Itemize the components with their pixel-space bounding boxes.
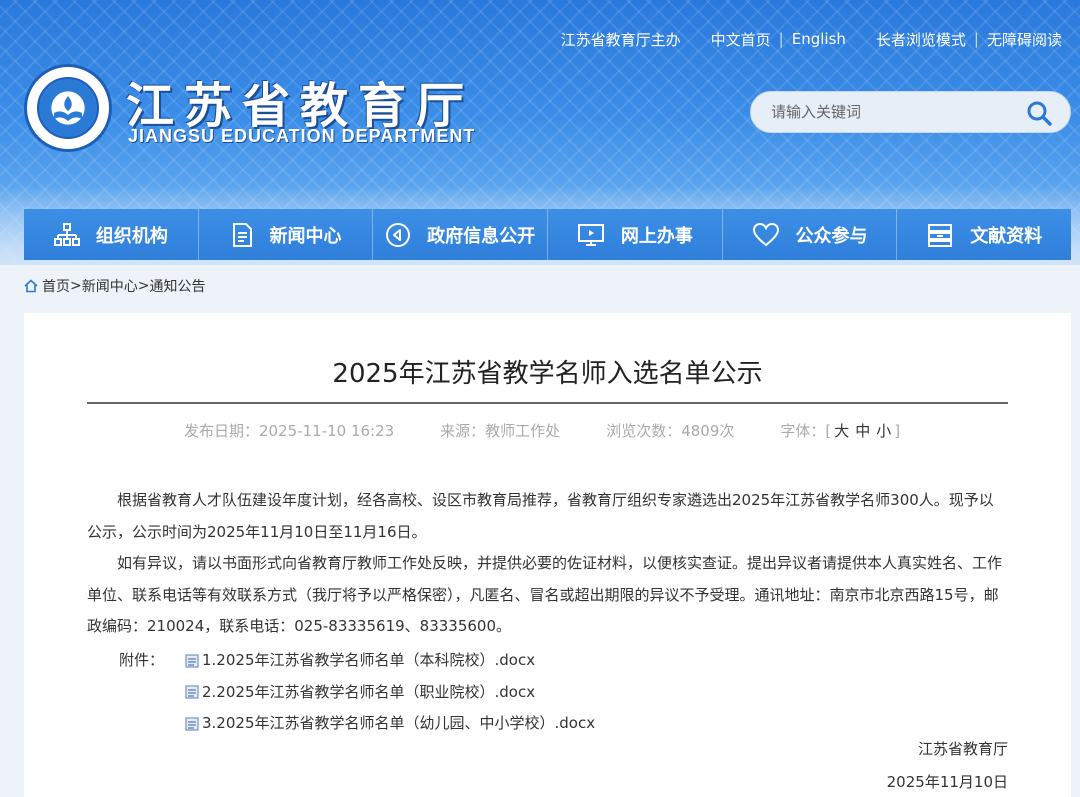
elder-mode-link[interactable]: 长者浏览模式 xyxy=(876,29,966,50)
attachment-link[interactable]: 1.2025年江苏省教学名师名单（本科院校）.docx xyxy=(185,645,535,677)
view-count: 浏览次数：4809次 xyxy=(606,422,735,440)
attachment-link[interactable]: 3.2025年江苏省教学名师名单（幼儿园、中小学校）.docx xyxy=(185,708,595,740)
nav-label: 新闻中心 xyxy=(269,225,342,247)
font-size-switcher: 字体：[大中小] xyxy=(780,420,900,441)
signature: 江苏省教育厅 xyxy=(917,740,1008,758)
attachment-row: 附件： 1.2025年江苏省教学名师名单（本科院校）.docx xyxy=(119,645,595,677)
nav-label: 公众参与 xyxy=(795,225,868,247)
document-icon xyxy=(232,222,252,247)
book-flame-icon xyxy=(54,96,82,121)
top-links: 江苏省教育厅主办 中文首页 | English 长者浏览模式 | 无障碍阅读 xyxy=(561,28,1062,50)
breadcrumb: 首页 > 新闻中心 > 通知公告 xyxy=(24,276,205,296)
emblem-logo[interactable] xyxy=(24,64,112,152)
monitor-icon xyxy=(577,223,604,246)
font-small-button[interactable]: 小 xyxy=(876,422,891,440)
english-link[interactable]: English xyxy=(792,30,846,48)
emblem-inner xyxy=(37,77,99,139)
nav-item-documents[interactable]: 文献资料 xyxy=(897,209,1071,260)
word-file-icon xyxy=(185,685,199,699)
home-cn-link[interactable]: 中文首页 xyxy=(711,29,771,50)
attachment-name: 3.2025年江苏省教学名师名单（幼儿园、中小学校）.docx xyxy=(202,714,596,732)
attachment-name: 2.2025年江苏省教学名师名单（职业院校）.docx xyxy=(202,682,536,701)
attachment-name: 1.2025年江苏省教学名师名单（本科院校）.docx xyxy=(202,651,536,669)
paragraph: 如有异议，请以书面形式向省教育厅教师工作处反映，并提供必要的佐证材料，以便核实查… xyxy=(87,554,1003,635)
word-file-icon xyxy=(185,654,199,668)
attachments: 附件： 1.2025年江苏省教学名师名单（本科院校）.docx 2.2025年江… xyxy=(119,645,595,740)
font-size-close: ] xyxy=(894,422,901,440)
word-file-icon xyxy=(185,717,199,731)
breadcrumb-notice[interactable]: 通知公告 xyxy=(149,276,205,296)
article-panel: 2025年江苏省教学名师入选名单公示 发布日期：2025-11-10 16:23… xyxy=(24,313,1071,797)
article-meta: 发布日期：2025-11-10 16:23 来源：教师工作处 浏览次数：4809… xyxy=(184,420,900,441)
search-box xyxy=(750,91,1071,133)
archive-icon xyxy=(928,223,953,247)
article-source: 来源：教师工作处 xyxy=(440,422,561,440)
publish-date: 发布日期：2025-11-10 16:23 xyxy=(184,422,395,440)
home-icon xyxy=(24,279,38,293)
nav-item-organization[interactable]: 组织机构 xyxy=(24,209,199,260)
attachment-row: 2.2025年江苏省教学名师名单（职业院校）.docx xyxy=(119,677,595,709)
nav-item-public-participation[interactable]: 公众参与 xyxy=(723,209,898,260)
search-input[interactable] xyxy=(751,92,1011,132)
font-size-label: 字体：[ xyxy=(780,422,832,440)
site-subtitle: JIANGSU EDUCATION DEPARTMENT xyxy=(128,126,476,146)
breadcrumb-separator: > xyxy=(70,278,82,294)
accessible-reading-link[interactable]: 无障碍阅读 xyxy=(987,29,1062,50)
search-icon[interactable] xyxy=(1026,100,1052,126)
title-divider xyxy=(87,402,1008,404)
divider: | xyxy=(778,30,784,48)
sign-date: 2025年11月10日 xyxy=(886,773,1008,791)
speaker-icon xyxy=(386,222,411,247)
article-body: 根据省教育人才队伍建设年度计划，经各高校、设区市教育局推荐，省教育厅组织专家遴选… xyxy=(87,485,1008,643)
breadcrumb-home[interactable]: 首页 xyxy=(42,276,70,296)
attachments-label: 附件： xyxy=(119,651,165,669)
breadcrumb-separator: > xyxy=(137,278,150,294)
host-text: 江苏省教育厅主办 xyxy=(560,30,681,49)
breadcrumb-news[interactable]: 新闻中心 xyxy=(82,276,138,296)
nav-item-news[interactable]: 新闻中心 xyxy=(199,209,374,260)
attachment-row: 3.2025年江苏省教学名师名单（幼儿园、中小学校）.docx xyxy=(119,708,595,740)
nav-label: 政府信息公开 xyxy=(427,225,536,247)
nav-label: 网上办事 xyxy=(620,225,693,247)
font-large-button[interactable]: 大 xyxy=(834,422,849,440)
main-nav: 组织机构 新闻中心 政府信息公开 网上办事 公众参与 文献资料 xyxy=(24,209,1071,260)
nav-label: 文献资料 xyxy=(970,225,1043,247)
nav-item-online-services[interactable]: 网上办事 xyxy=(548,209,723,260)
heart-icon xyxy=(752,222,779,246)
font-medium-button[interactable]: 中 xyxy=(855,422,870,440)
nav-item-gov-info[interactable]: 政府信息公开 xyxy=(373,209,549,260)
paragraph: 根据省教育人才队伍建设年度计划，经各高校、设区市教育局推荐，省教育厅组织专家遴选… xyxy=(87,491,994,541)
attachment-link[interactable]: 2.2025年江苏省教学名师名单（职业院校）.docx xyxy=(185,677,535,709)
org-chart-icon xyxy=(53,222,80,246)
divider: | xyxy=(973,30,979,48)
article-title: 2025年江苏省教学名师入选名单公示 xyxy=(332,359,763,389)
nav-label: 组织机构 xyxy=(95,225,168,247)
